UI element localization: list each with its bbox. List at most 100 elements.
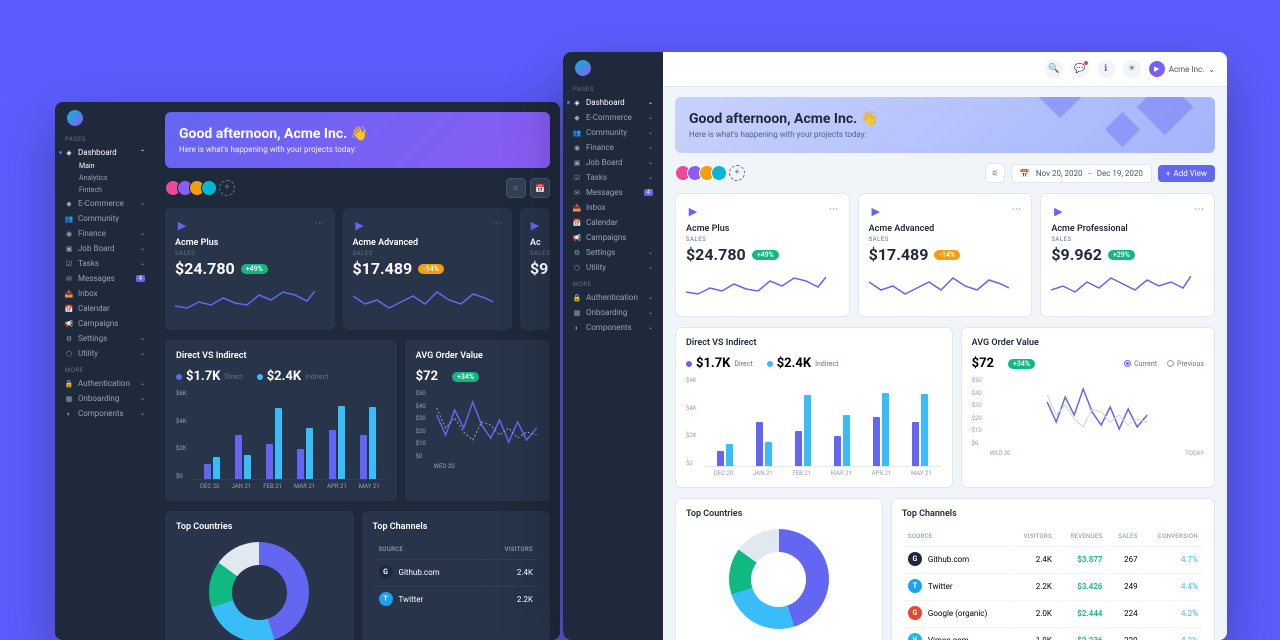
main-area: Good afternoon, Acme Inc. 👋 Here is what… [663,87,1227,640]
table-row[interactable]: GGoogle (organic)2.0K$2.4442244.2% [904,600,1202,625]
sidebar-item-messages[interactable]: ✉Messages4 [563,185,663,200]
table-row[interactable]: VVimeo.com1.9K$2.2362204.2% [904,627,1202,640]
chevron-down-icon: ⌄ [140,200,145,207]
add-view-button[interactable]: +Add View [1158,165,1215,182]
sidebar-item-jobboard[interactable]: ▣Job Board⌄ [563,155,663,170]
avatar[interactable] [201,180,217,196]
card-menu-button[interactable]: ⋯ [315,218,325,229]
logo[interactable] [67,110,83,126]
sidebar-sub-fintech[interactable]: Fintech [55,184,155,196]
sidebar-label: Inbox [586,203,606,212]
donut-chart [209,542,309,640]
sidebar-item-components[interactable]: ◐Components⌄ [563,320,663,335]
sidebar-item-finance[interactable]: ◉Finance⌄ [55,226,155,241]
sidebar-item-messages[interactable]: ✉Messages4 [55,271,155,286]
chart-title: AVG Order Value [416,351,539,361]
sidebar-item-jobboard[interactable]: ▣Job Board⌄ [55,241,155,256]
info-button[interactable]: ℹ [1097,60,1115,78]
calendar-button[interactable]: 📅 [530,178,550,198]
add-avatar-button[interactable]: + [729,165,745,181]
sidebar-item-dashboard[interactable]: ◈Dashboard⌄ [563,95,663,110]
sidebar-item-settings[interactable]: ⚙Settings⌄ [563,245,663,260]
notifications-button[interactable]: 💬 [1071,60,1089,78]
sidebar-item-calendar[interactable]: 📅Calendar [563,215,663,230]
sidebar-label: Community [78,214,119,223]
sidebar-item-auth[interactable]: 🔒Authentication⌄ [563,290,663,305]
sidebar-item-components[interactable]: ◐Components⌄ [55,406,155,421]
card-label: SALES [530,250,540,257]
table-row[interactable]: TTwitter2.2K [375,586,538,611]
table-row[interactable]: GGithub.com2.4K$3.8772674.7% [904,546,1202,571]
messages-icon: ✉ [573,189,581,197]
search-button[interactable]: 🔍 [1045,60,1063,78]
sidebar-item-tasks[interactable]: ☑Tasks⌄ [563,170,663,185]
button-label: Add View [1173,169,1207,178]
direct-label: Direct [734,360,752,368]
radio-label: Previous [1177,360,1204,368]
chart-legend: $1.7KDirect $2.4KIndirect [176,369,386,384]
finance-icon: ◉ [65,230,73,238]
sidebar-item-inbox[interactable]: 📥Inbox [55,286,155,301]
filter-button[interactable]: ⚟ [506,178,526,198]
logo[interactable] [575,60,591,76]
sidebar-label: Community [586,128,627,137]
sidebar-item-onboarding[interactable]: ▦Onboarding⌄ [563,305,663,320]
filter-button[interactable]: ⚟ [985,163,1005,183]
sidebar-item-campaigns[interactable]: 📢Campaigns [55,316,155,331]
dark-dashboard-window: PAGES ◈Dashboard⌃ Main Analytics Fintech… [55,102,560,640]
avg-value: $72 [416,369,438,384]
sidebar-label: Dashboard [78,148,117,157]
sidebar-item-community[interactable]: 👥Community⌄ [563,125,663,140]
radio-previous[interactable]: Previous [1167,360,1204,368]
source-name: Github.com [399,568,440,577]
add-avatar-button[interactable]: + [219,180,235,196]
sidebar-item-inbox[interactable]: 📥Inbox [563,200,663,215]
legend-dot [176,374,182,380]
card-menu-button[interactable]: ⋯ [1011,204,1021,215]
radio-current[interactable]: Current [1124,360,1157,368]
sidebar-label: Utility [78,349,98,358]
sidebar-item-auth[interactable]: 🔒Authentication⌄ [55,376,155,391]
visitors-value: 2.2K [482,586,537,611]
top-channels-card: Top Channels SOURCEVISITORSREVENUESSALES… [891,498,1215,640]
table-row[interactable]: GGithub.com2.4K [375,559,538,584]
sidebar-label: Finance [586,143,614,152]
table-row[interactable]: TTwitter2.2K$3.4262494.4% [904,573,1202,598]
sparkline-chart [175,286,315,316]
sidebar-item-utility[interactable]: ⬡Utility⌄ [55,346,155,361]
sidebar-item-ecommerce[interactable]: ◆E-Commerce⌄ [563,110,663,125]
sidebar-item-onboarding[interactable]: ▦Onboarding⌄ [55,391,155,406]
card-menu-button[interactable]: ⋯ [829,204,839,215]
chevron-down-icon: ⌄ [648,129,653,136]
trend-badge: +49% [752,250,779,260]
sidebar-sub-main[interactable]: Main [55,160,155,172]
sidebar-item-tasks[interactable]: ☑Tasks⌄ [55,256,155,271]
sidebar-item-dashboard[interactable]: ◈Dashboard⌃ [55,145,155,160]
sidebar-item-community[interactable]: 👥Community [55,211,155,226]
campaigns-icon: 📢 [573,234,581,242]
sidebar-sub-analytics[interactable]: Analytics [55,172,155,184]
user-menu[interactable]: ▶Acme Inc.⌄ [1149,61,1215,77]
sidebar-item-calendar[interactable]: 📅Calendar [55,301,155,316]
topbar: 🔍 💬 ℹ ☀ ▶Acme Inc.⌄ [663,52,1227,87]
play-icon: ▶ [353,218,367,232]
sidebar-item-campaigns[interactable]: 📢Campaigns [563,230,663,245]
sidebar-item-ecommerce[interactable]: ◆E-Commerce⌄ [55,196,155,211]
toolbar-row: + ⚟ 📅Nov 20, 2020 - Dec 19, 2020 +Add Vi… [675,163,1215,183]
stat-card-advanced: ▶⋯ Acme Advanced SALES $17.489-14% [343,208,513,330]
radio-label: Current [1134,360,1157,368]
sidebar-item-settings[interactable]: ⚙Settings⌄ [55,331,155,346]
card-menu-button[interactable]: ⋯ [492,218,502,229]
dashboard-icon: ◈ [573,99,581,107]
theme-toggle[interactable]: ☀ [1123,60,1141,78]
stat-card-advanced: ▶⋯ Acme Advanced SALES $17.489-14% [858,193,1033,317]
sidebar-item-utility[interactable]: ⬡Utility⌄ [563,260,663,275]
chevron-down-icon: ⌄ [140,230,145,237]
date-range-picker[interactable]: 📅Nov 20, 2020 - Dec 19, 2020 [1011,164,1152,183]
sidebar-label: Settings [586,248,615,257]
card-menu-button[interactable]: ⋯ [1194,204,1204,215]
sparkline-chart [869,272,1009,302]
chevron-down-icon: ⌄ [140,335,145,342]
avatar[interactable] [711,165,727,181]
sidebar-item-finance[interactable]: ◉Finance⌄ [563,140,663,155]
